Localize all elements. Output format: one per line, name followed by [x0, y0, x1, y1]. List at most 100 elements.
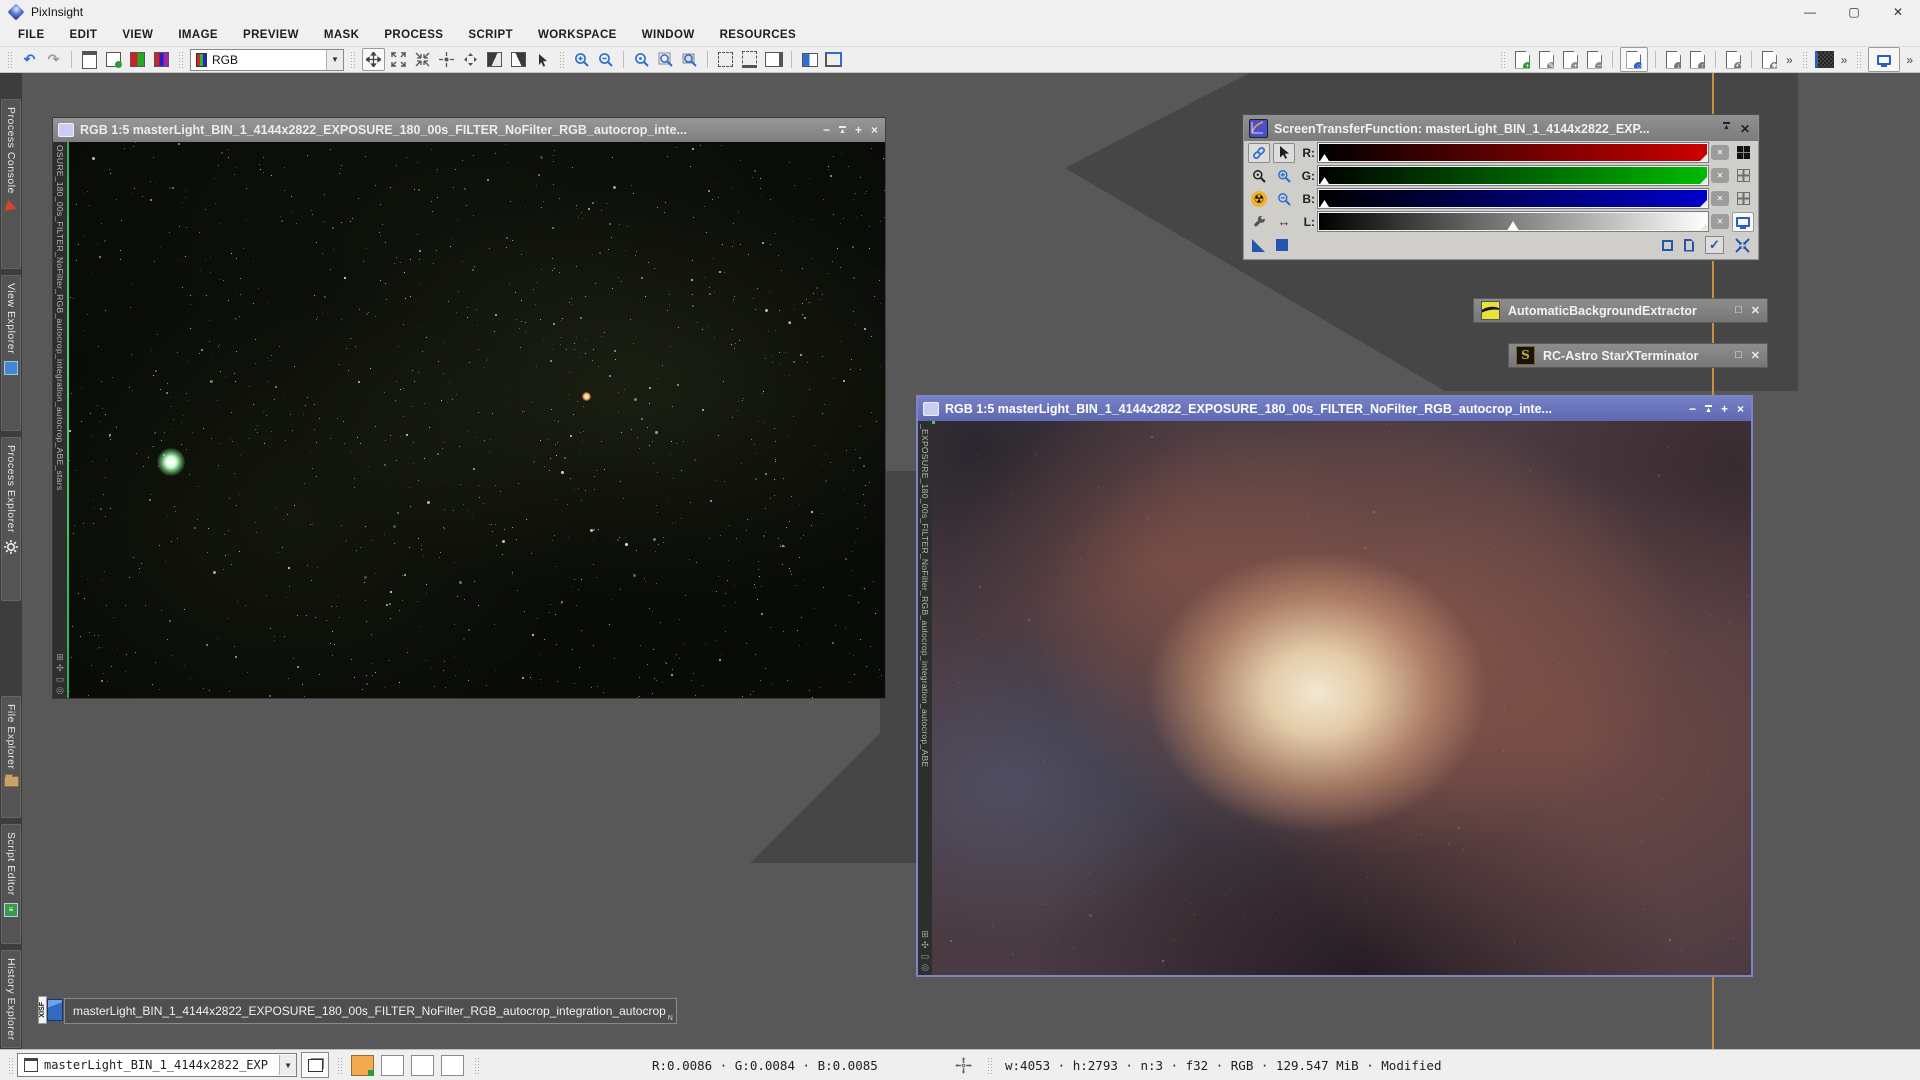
menu-process[interactable]: PROCESS	[384, 29, 443, 41]
statusbar-grip[interactable]	[987, 1057, 993, 1074]
cursor-arrow-icon[interactable]	[532, 49, 553, 70]
slider-handle[interactable]	[1508, 221, 1519, 230]
menu-resources[interactable]: RESOURCES	[720, 29, 796, 41]
menu-file[interactable]: FILE	[18, 29, 45, 41]
reset-luminance-button[interactable]: ✕	[1711, 214, 1729, 229]
restore-window-button[interactable]: □	[1735, 349, 1742, 362]
toolbar-overflow-chevron[interactable]: »	[1786, 53, 1793, 67]
zoom-fill-icon[interactable]	[679, 49, 700, 70]
undo-icon[interactable]: ↶	[19, 49, 40, 70]
sidebar-tab-script-editor[interactable]: Script Editor ≡	[1, 824, 21, 944]
process-window-starxterminator[interactable]: S RC-Astro StarXTerminator □ ✕	[1508, 343, 1768, 368]
sidebar-tab-view-explorer[interactable]: View Explorer	[1, 275, 21, 431]
zoom-window-button[interactable]: +	[1721, 403, 1728, 415]
workspace-2-button[interactable]	[381, 1055, 404, 1076]
menu-image[interactable]: IMAGE	[178, 29, 218, 41]
shade-button[interactable]: ▲	[839, 126, 846, 135]
zoom-in-button[interactable]	[1273, 166, 1295, 186]
stf-red-slider[interactable]	[1318, 143, 1708, 162]
toolbar-grip[interactable]	[1856, 51, 1862, 68]
pan-crosshair-icon[interactable]	[955, 1057, 972, 1074]
menu-preview[interactable]: PREVIEW	[243, 29, 299, 41]
remove-process-icon[interactable]: −	[1584, 49, 1605, 70]
stf-title-bar[interactable]: ScreenTransferFunction: masterLight_BIN_…	[1244, 116, 1758, 141]
apply-square-icon[interactable]	[1276, 239, 1288, 251]
pan-mode-button[interactable]	[362, 48, 385, 71]
sidebar-tab-file-explorer[interactable]: File Explorer	[1, 696, 21, 818]
workspace-4-button[interactable]	[441, 1055, 464, 1076]
new-preview-icon[interactable]	[715, 49, 736, 70]
target-icon[interactable]: ◎	[56, 686, 64, 695]
reset-blue-button[interactable]: ✕	[1711, 191, 1729, 206]
invert-display-icon[interactable]	[484, 49, 505, 70]
shade-button[interactable]: ▲	[1723, 122, 1730, 136]
statusbar-grip[interactable]	[474, 1057, 480, 1074]
copy-view-icon[interactable]: ▭	[921, 952, 930, 961]
process-settings-icon[interactable]: ✱	[1759, 49, 1780, 70]
toolbar-grip[interactable]	[7, 51, 13, 68]
toolbar-grip[interactable]	[178, 51, 184, 68]
process-window-abe[interactable]: AutomaticBackgroundExtractor □ ✕	[1473, 298, 1768, 323]
minimized-image-tab[interactable]: XISF masterLight_BIN_1_4144x2822_EXPOSUR…	[38, 996, 677, 1024]
display-channel-select[interactable]: RGB ▼	[190, 49, 344, 71]
rgb-channels-icon[interactable]	[151, 49, 172, 70]
stf-blue-slider[interactable]	[1318, 189, 1708, 208]
menu-edit[interactable]: EDIT	[70, 29, 98, 41]
black-point-icon[interactable]	[1252, 239, 1265, 252]
browse-doc-icon[interactable]	[1684, 239, 1694, 252]
target-icon[interactable]: ◎	[921, 963, 929, 972]
stf-green-slider[interactable]	[1318, 166, 1708, 185]
clone-process-icon[interactable]: +	[1560, 49, 1581, 70]
split-view-icon[interactable]	[799, 49, 820, 70]
sidebar-tab-process-console[interactable]: Process Console	[1, 99, 21, 269]
menu-view[interactable]: VIEW	[122, 29, 153, 41]
toolbar-grip[interactable]	[1500, 51, 1506, 68]
preview-mode-icon[interactable]	[763, 49, 784, 70]
close-window-button[interactable]: ×	[871, 124, 878, 136]
copy-view-icon[interactable]: ▭	[56, 675, 65, 684]
link-rgb-button[interactable]	[1248, 143, 1270, 163]
starfield-image[interactable]	[67, 142, 885, 698]
load-process-icon[interactable]: ↓	[1663, 49, 1684, 70]
slider-handle[interactable]	[1320, 154, 1329, 161]
save-process-icon[interactable]: ↑	[1687, 49, 1708, 70]
toolbar-grip[interactable]	[350, 51, 356, 68]
chevron-down-icon[interactable]: ▼	[279, 1055, 296, 1075]
window-title-bar[interactable]: RGB 1:5 masterLight_BIN_1_4144x2822_EXPO…	[918, 397, 1751, 421]
workspace-texture-icon[interactable]	[1814, 49, 1835, 70]
slider-handle[interactable]	[1320, 200, 1329, 207]
restore-window-button[interactable]: □	[1735, 304, 1742, 317]
contract-arrows-icon[interactable]	[412, 49, 433, 70]
stf-luminance-slider[interactable]	[1318, 212, 1708, 231]
image-window-icon[interactable]	[923, 402, 939, 416]
edit-process-icon[interactable]: ✎	[1536, 49, 1557, 70]
diamond-arrows-icon[interactable]	[460, 49, 481, 70]
center-view-icon[interactable]	[436, 49, 457, 70]
pan-tool-icon[interactable]: ✣	[921, 941, 929, 950]
close-button[interactable]: ✕	[1876, 0, 1920, 24]
minimize-button[interactable]: —	[1788, 0, 1832, 24]
statusbar-grip[interactable]	[8, 1057, 14, 1074]
zoom-in-icon[interactable]	[571, 49, 592, 70]
new-image-icon[interactable]	[79, 49, 100, 70]
window-title-bar[interactable]: RGB 1:5 masterLight_BIN_1_4144x2822_EXPO…	[53, 118, 885, 142]
process-explorer-button[interactable]: ○	[1620, 47, 1648, 72]
shadows-clip-icon[interactable]	[1732, 143, 1754, 163]
shade-button[interactable]: ▲	[1705, 405, 1712, 414]
redo-icon[interactable]: ↷	[43, 49, 64, 70]
screen-settings-button[interactable]	[1868, 47, 1900, 72]
close-window-button[interactable]: ✕	[1751, 304, 1760, 317]
new-process-icon[interactable]: +	[1512, 49, 1533, 70]
split-channels-icon[interactable]	[127, 49, 148, 70]
screen-preview-button[interactable]	[1732, 212, 1754, 232]
reset-green-button[interactable]: ✕	[1711, 168, 1729, 183]
flip-display-icon[interactable]	[508, 49, 529, 70]
slider-handle[interactable]	[1320, 177, 1329, 184]
close-window-button[interactable]: ×	[1737, 403, 1744, 415]
sidebar-tab-process-explorer[interactable]: Process Explorer	[1, 437, 21, 601]
restore-button[interactable]: ▢	[1832, 0, 1876, 24]
zoom-to-fit-icon[interactable]	[655, 49, 676, 70]
toolbar-grip[interactable]	[1802, 51, 1808, 68]
selection-mode-icon[interactable]: ⊞	[56, 653, 64, 662]
edit-mode-button[interactable]	[1273, 143, 1295, 163]
